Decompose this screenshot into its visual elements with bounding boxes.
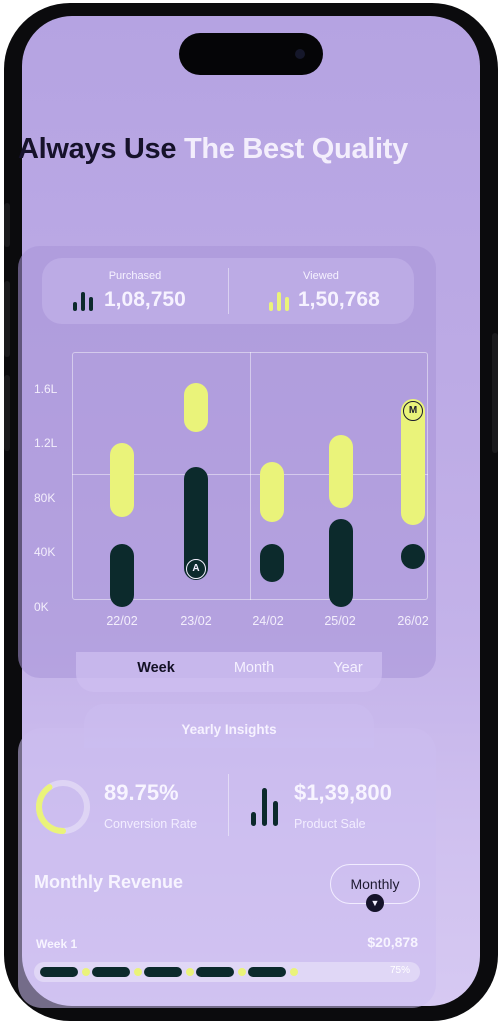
progress-dot <box>134 968 142 976</box>
progress-dot <box>238 968 246 976</box>
bar-purchased-3[interactable] <box>329 519 353 607</box>
bar-purchased-2[interactable] <box>260 544 284 583</box>
viewed-stat: Viewed 1,50,768 <box>228 258 414 324</box>
volume-down-button <box>4 375 10 451</box>
bar-chart-icon <box>73 292 93 311</box>
progress-dot <box>290 968 298 976</box>
tab-week[interactable]: Week <box>116 660 196 676</box>
y-tick-label: 1.6L <box>34 382 58 396</box>
sale-label: Product Sale <box>294 817 366 831</box>
x-tick-label: 22/02 <box>106 614 138 628</box>
bar-purchased-4[interactable] <box>401 544 425 569</box>
page-title-part1: Always Use <box>18 133 184 165</box>
camera-icon <box>295 49 305 59</box>
purchased-value: 1,08,750 <box>104 288 186 311</box>
volume-up-button <box>4 281 10 357</box>
week-label: Week 1 <box>36 937 78 951</box>
viewed-label: Viewed <box>303 270 339 282</box>
y-tick-label: 1.2L <box>34 436 58 450</box>
progress-segment <box>40 967 78 977</box>
chevron-down-icon[interactable]: ▼ <box>366 894 384 912</box>
power-button <box>492 333 498 453</box>
bar-chart-icon <box>251 788 278 826</box>
x-tick-label: 23/02 <box>180 614 212 628</box>
x-tick-label: 26/02 <box>397 614 429 628</box>
bar-viewed-2[interactable] <box>260 461 284 523</box>
progress-segment <box>248 967 286 977</box>
page-title: Always Use The Best Quality <box>18 128 438 170</box>
x-tick-label: 24/02 <box>252 614 284 628</box>
y-tick-label: 40K <box>34 545 56 559</box>
conversion-ring <box>36 780 90 834</box>
tab-year[interactable]: Year <box>308 660 388 676</box>
page-title-part2: The Best Quality <box>183 133 408 165</box>
sale-value: $1,39,800 <box>294 780 392 805</box>
dynamic-island <box>179 33 323 75</box>
purchased-stat: Purchased 1,08,750 <box>42 258 228 324</box>
tab-month[interactable]: Month <box>214 660 294 676</box>
monthly-revenue-title: Monthly Revenue <box>34 872 184 892</box>
insights-title: Yearly Insights <box>181 722 277 737</box>
y-tick-label: 0K <box>34 600 49 614</box>
progress-segment <box>92 967 130 977</box>
bar-chart-icon <box>269 292 289 311</box>
progress-dot <box>186 968 194 976</box>
action-button <box>4 203 10 247</box>
stats-summary: Purchased 1,08,750 Viewed 1,50,768 <box>42 258 414 324</box>
progress-segment <box>196 967 234 977</box>
x-tick-label: 25/02 <box>324 614 356 628</box>
conversion-value: 89.75% <box>104 780 179 805</box>
bar-viewed-0[interactable] <box>110 442 134 517</box>
progress-segment <box>144 967 182 977</box>
progress-dot <box>82 968 90 976</box>
y-tick-label: 80K <box>34 491 56 505</box>
bar-viewed-1[interactable] <box>184 382 208 432</box>
viewed-value: 1,50,768 <box>298 288 380 311</box>
marker-a-icon: A <box>186 558 206 579</box>
bar-viewed-3[interactable] <box>329 434 353 509</box>
conversion-label: Conversion Rate <box>104 817 198 831</box>
progress-percent: 75% <box>389 965 410 976</box>
insights-divider <box>228 774 229 836</box>
chart-grid-vertical <box>250 352 251 600</box>
week-amount: $20,878 <box>367 934 418 950</box>
purchased-label: Purchased <box>108 270 162 282</box>
revenue-progress-bar: 75% <box>34 962 420 982</box>
bar-purchased-0[interactable] <box>110 544 134 607</box>
